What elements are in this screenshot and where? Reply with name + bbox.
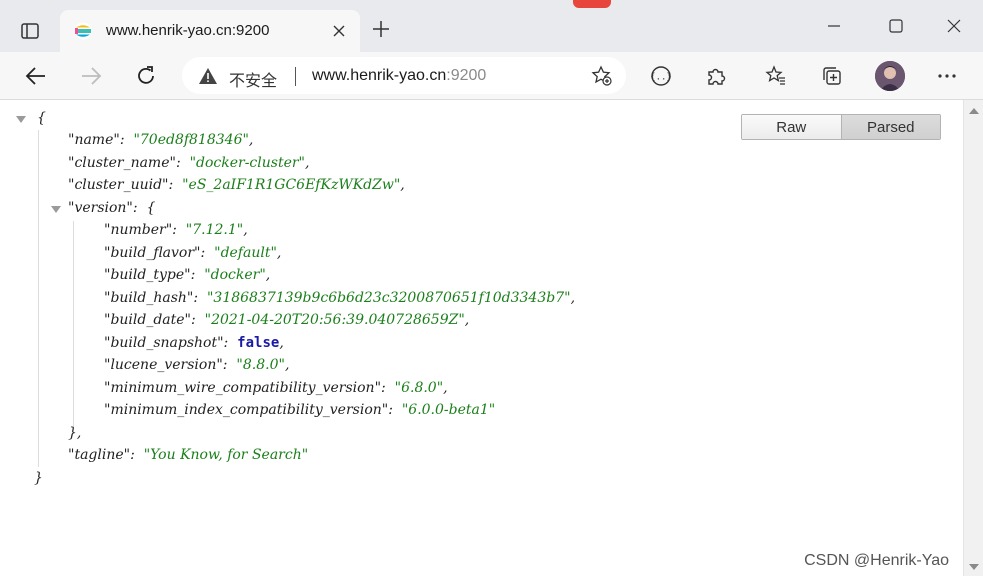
json-key: "build_hash" <box>104 290 194 306</box>
json-value: "default" <box>214 245 277 261</box>
tab-actions-icon[interactable] <box>12 16 48 46</box>
json-line: "minimum_wire_compatibility_version": "6… <box>104 380 448 396</box>
json-line: "number": "7.12.1", <box>104 222 248 238</box>
json-key: "cluster_uuid" <box>68 177 169 193</box>
collections-icon[interactable] <box>818 62 846 90</box>
json-value: "8.8.0" <box>236 357 285 373</box>
profile-avatar[interactable] <box>875 61 905 91</box>
add-favorite-icon[interactable] <box>590 64 614 88</box>
scroll-up-icon[interactable] <box>969 108 979 114</box>
favorites-icon[interactable] <box>762 62 790 90</box>
immersive-reader-icon[interactable]: {..} <box>647 62 675 90</box>
json-key: "build_type" <box>104 267 191 283</box>
json-line: "build_hash": "3186837139b9c6b6d23c32008… <box>104 290 576 306</box>
json-line: "cluster_uuid": "eS_2aIF1R1GC6EfKzWKdZw"… <box>68 177 405 193</box>
json-line: "tagline": "You Know, for Search" <box>68 447 309 463</box>
json-comma: , <box>265 267 271 283</box>
minimize-icon[interactable] <box>822 14 846 38</box>
security-status-label[interactable]: 不安全 <box>229 67 277 91</box>
address-bar[interactable]: 不安全 www.henrik-yao.cn:9200 <box>182 57 626 94</box>
navigation-toolbar: 不安全 www.henrik-yao.cn:9200 {..} <box>0 52 983 100</box>
json-comma: , <box>279 335 284 351</box>
json-key: "minimum_wire_compatibility_version" <box>104 380 382 396</box>
json-line: "build_type": "docker", <box>104 267 271 283</box>
json-key: "build_flavor" <box>104 245 201 261</box>
json-comma: , <box>284 357 290 373</box>
json-comma: , <box>443 380 448 396</box>
vertical-scrollbar[interactable] <box>963 100 983 576</box>
url-text[interactable]: www.henrik-yao.cn:9200 <box>312 67 486 85</box>
more-menu-icon[interactable] <box>933 62 961 90</box>
json-value: "You Know, for Search" <box>143 447 309 463</box>
json-comma: , <box>464 312 470 328</box>
json-key: "name" <box>68 132 120 148</box>
url-port: :9200 <box>446 67 487 84</box>
json-comma: , <box>248 132 254 148</box>
json-comma: , <box>276 245 282 261</box>
indent-guide <box>38 130 39 467</box>
json-key: "number" <box>104 222 173 238</box>
address-separator <box>295 67 296 86</box>
view-mode-toggle: Raw Parsed <box>741 114 941 140</box>
forward-icon[interactable] <box>77 62 105 90</box>
close-tab-icon[interactable] <box>330 22 348 40</box>
json-line: "build_date": "2021-04-20T20:56:39.04072… <box>104 312 470 328</box>
json-line: "minimum_index_compatibility_version": "… <box>104 402 496 418</box>
json-line: "lucene_version": "8.8.0", <box>104 357 290 373</box>
json-key: "cluster_name" <box>68 155 176 171</box>
json-line: "cluster_name": "docker-cluster", <box>68 155 310 171</box>
json-key: "minimum_index_compatibility_version" <box>104 402 389 418</box>
json-line: "version": { <box>68 200 156 216</box>
url-host: www.henrik-yao.cn <box>312 67 447 84</box>
parsed-button[interactable]: Parsed <box>840 115 940 139</box>
json-value: "7.12.1" <box>185 222 244 238</box>
tab-strip: www.henrik-yao.cn:9200 <box>0 0 983 52</box>
screenshot-marker <box>573 0 611 8</box>
raw-button[interactable]: Raw <box>742 115 841 139</box>
active-tab[interactable]: www.henrik-yao.cn:9200 <box>60 10 360 52</box>
json-key: "lucene_version" <box>104 357 223 373</box>
json-key: "version" <box>68 200 133 216</box>
json-line: "build_flavor": "default", <box>104 245 282 261</box>
version-close-brace: }, <box>68 425 82 441</box>
json-comma: , <box>305 155 310 171</box>
json-value: "eS_2aIF1R1GC6EfKzWKdZw" <box>182 177 401 193</box>
json-value: "70ed8f818346" <box>133 132 249 148</box>
window-close-icon[interactable] <box>942 14 966 38</box>
json-value: "3186837139b9c6b6d23c3200870651f10d3343b… <box>206 290 571 306</box>
collapse-root-icon[interactable] <box>16 116 26 123</box>
scroll-down-icon[interactable] <box>969 564 979 570</box>
json-comma: , <box>400 177 405 193</box>
warning-icon[interactable] <box>198 66 218 86</box>
watermark: CSDN @Henrik-Yao <box>804 552 949 569</box>
json-value: "6.0.0-beta1" <box>401 402 496 418</box>
collapse-version-icon[interactable] <box>51 206 61 213</box>
json-value: "docker" <box>204 267 266 283</box>
json-key: "tagline" <box>68 447 131 463</box>
json-value: "2021-04-20T20:56:39.040728659Z" <box>204 312 465 328</box>
tab-title: www.henrik-yao.cn:9200 <box>106 22 270 39</box>
json-viewer: Raw Parsed { "name": "70ed8f818346", "clu… <box>0 100 963 576</box>
svg-text:{..}: {..} <box>650 73 672 83</box>
json-value: { <box>146 200 156 216</box>
back-icon[interactable] <box>22 62 50 90</box>
json-key: "build_snapshot" <box>104 335 224 351</box>
root-close-brace: } <box>34 470 43 486</box>
refresh-icon[interactable] <box>132 62 160 90</box>
json-line: "build_snapshot": false, <box>104 335 284 351</box>
maximize-icon[interactable] <box>884 14 908 38</box>
json-value: false <box>237 335 280 351</box>
json-key: "build_date" <box>104 312 191 328</box>
json-value: "6.8.0" <box>394 380 444 396</box>
extensions-icon[interactable] <box>702 62 730 90</box>
elastic-favicon-icon <box>74 22 92 40</box>
indent-guide <box>73 221 74 428</box>
json-comma: , <box>570 290 576 306</box>
json-value: "docker-cluster" <box>189 155 305 171</box>
json-line: "name": "70ed8f818346", <box>68 132 254 148</box>
root-open-brace: { <box>37 110 46 126</box>
new-tab-icon[interactable] <box>370 18 392 40</box>
json-comma: , <box>243 222 248 238</box>
